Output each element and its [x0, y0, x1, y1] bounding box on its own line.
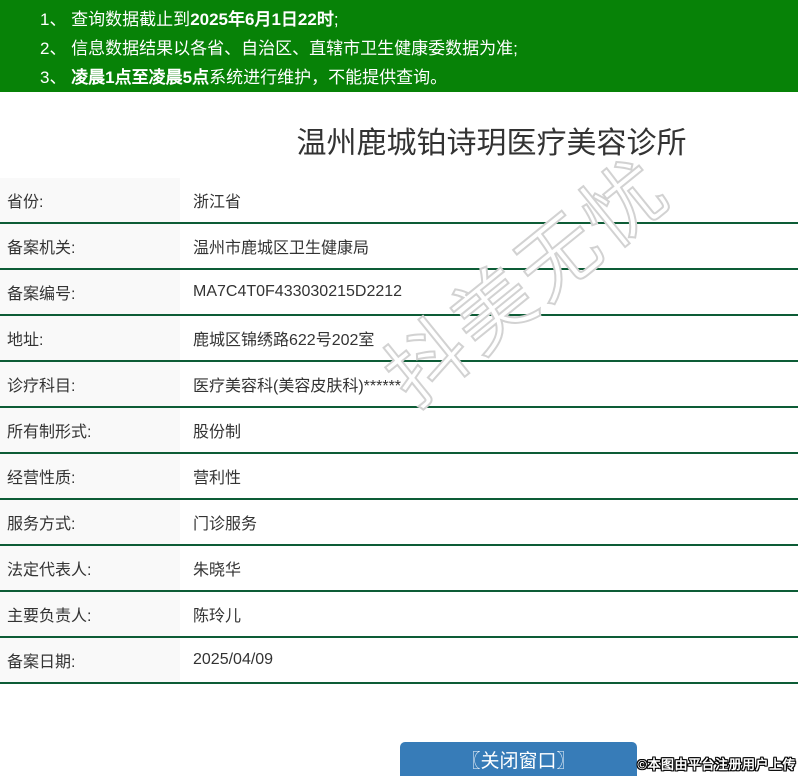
table-row-province: 省份: 浙江省	[0, 178, 798, 224]
row-value: 营利性	[180, 454, 798, 498]
close-window-button[interactable]: 〖关闭窗口〗	[400, 742, 637, 776]
row-label: 地址:	[0, 316, 180, 360]
row-label: 备案编号:	[0, 270, 180, 314]
row-label: 省份:	[0, 178, 180, 222]
row-label: 备案日期:	[0, 638, 180, 682]
row-value: 鹿城区锦绣路622号202室	[180, 316, 798, 360]
row-label: 所有制形式:	[0, 408, 180, 452]
row-label: 诊疗科目:	[0, 362, 180, 406]
row-label: 经营性质:	[0, 454, 180, 498]
page-title: 温州鹿城铂诗玥医疗美容诊所	[296, 127, 687, 160]
notice-text: ;	[333, 10, 339, 29]
table-row-filing-date: 备案日期: 2025/04/09	[0, 638, 798, 684]
upload-watermark: ©本图由平台注册用户上传	[637, 757, 796, 772]
row-value: 2025/04/09	[180, 638, 798, 682]
table-row-medical-subjects: 诊疗科目: 医疗美容科(美容皮肤科)******	[0, 362, 798, 408]
table-row-ownership-form: 所有制形式: 股份制	[0, 408, 798, 454]
notice-text: 3、	[40, 68, 72, 87]
notice-banner: 1、 查询数据截止到2025年6月1日22时; 2、 信息数据结果以各省、自治区…	[0, 0, 798, 92]
row-value: 医疗美容科(美容皮肤科)******	[180, 362, 798, 406]
row-value: 股份制	[180, 408, 798, 452]
notice-text: 1、 查询数据截止到	[40, 10, 191, 29]
notice-bold-text: 凌晨1点至凌晨5点	[71, 68, 210, 87]
notice-text: 系统进行维护，不能提供查询。	[209, 68, 448, 87]
notice-line-2: 2、 信息数据结果以各省、自治区、直辖市卫生健康委数据为准;	[40, 34, 788, 63]
row-value: MA7C4T0F433030215D2212	[180, 270, 798, 314]
table-row-legal-representative: 法定代表人: 朱晓华	[0, 546, 798, 592]
row-value: 浙江省	[180, 178, 798, 222]
row-label: 备案机关:	[0, 224, 180, 268]
table-row-address: 地址: 鹿城区锦绣路622号202室	[0, 316, 798, 362]
row-label: 主要负责人:	[0, 592, 180, 636]
row-label: 法定代表人:	[0, 546, 180, 590]
notice-line-1: 1、 查询数据截止到2025年6月1日22时;	[40, 5, 788, 34]
row-value: 陈玲儿	[180, 592, 798, 636]
row-label: 服务方式:	[0, 500, 180, 544]
table-row-operation-nature: 经营性质: 营利性	[0, 454, 798, 500]
notice-text: 2、 信息数据结果以各省、自治区、直辖市卫生健康委数据为准;	[40, 39, 518, 58]
row-value: 门诊服务	[180, 500, 798, 544]
notice-bold-text: 2025年6月1日22时	[190, 10, 334, 29]
notice-line-3: 3、 凌晨1点至凌晨5点系统进行维护，不能提供查询。	[40, 63, 788, 92]
table-row-service-mode: 服务方式: 门诊服务	[0, 500, 798, 546]
table-row-filing-authority: 备案机关: 温州市鹿城区卫生健康局	[0, 224, 798, 270]
row-value: 朱晓华	[180, 546, 798, 590]
info-table: 省份: 浙江省 备案机关: 温州市鹿城区卫生健康局 备案编号: MA7C4T0F…	[0, 178, 798, 684]
table-row-main-person-in-charge: 主要负责人: 陈玲儿	[0, 592, 798, 638]
table-row-filing-number: 备案编号: MA7C4T0F433030215D2212	[0, 270, 798, 316]
row-value: 温州市鹿城区卫生健康局	[180, 224, 798, 268]
